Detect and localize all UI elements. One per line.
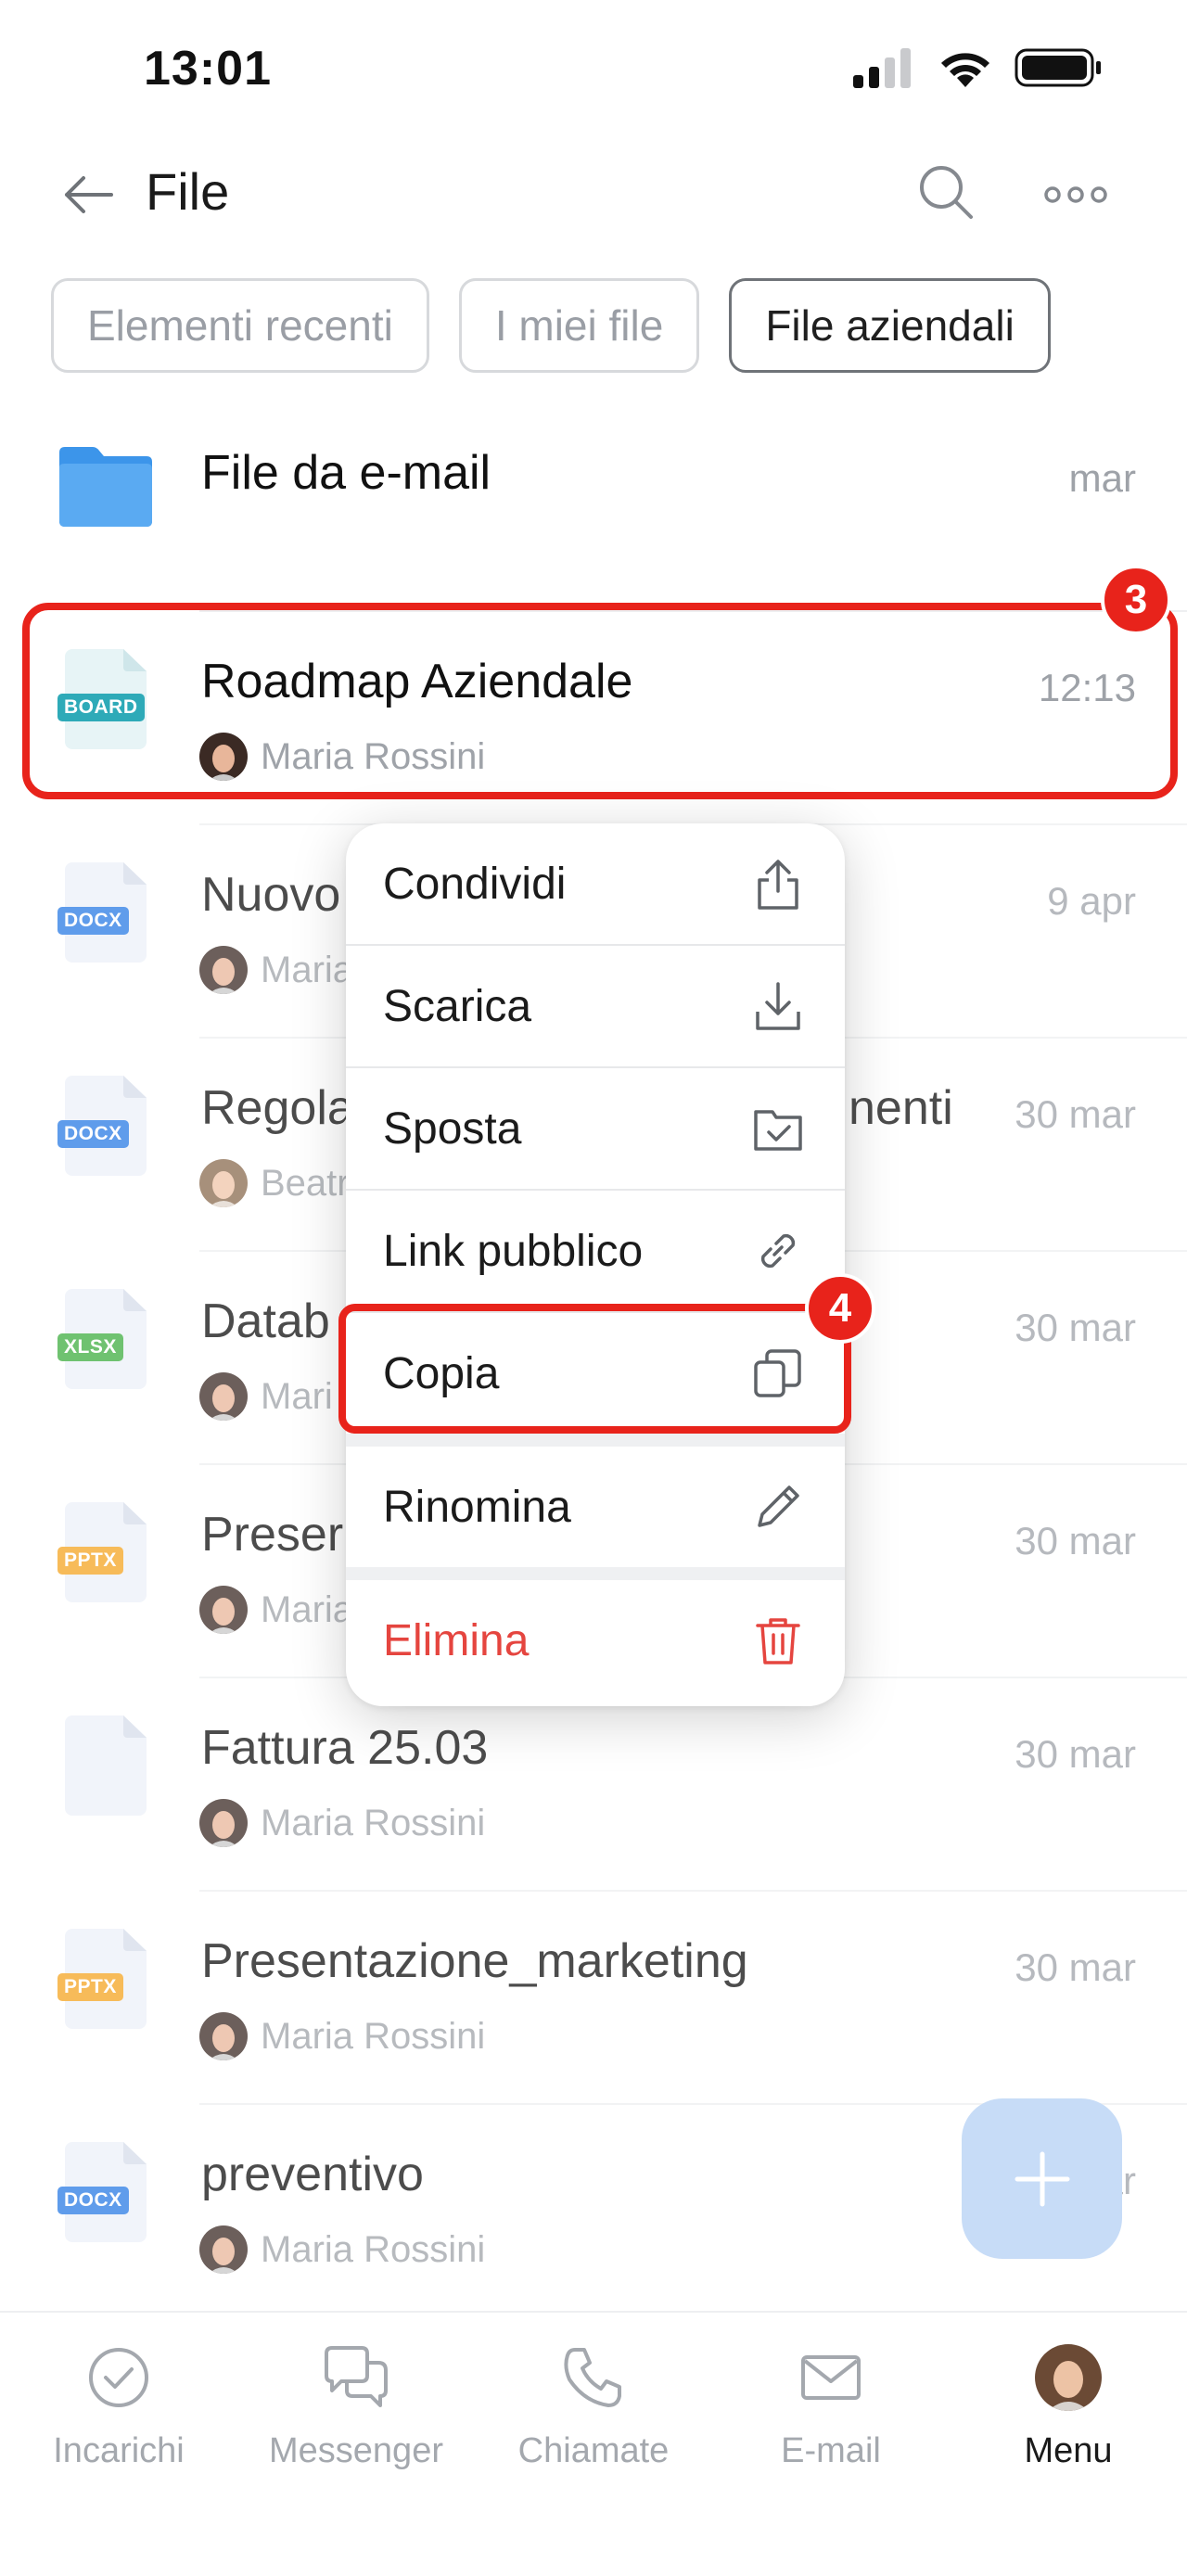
search-button[interactable] [913, 159, 978, 224]
file-date: mar [1068, 456, 1136, 500]
menu-item-download[interactable]: Scarica [346, 946, 845, 1066]
file-row-folder[interactable]: File da e-mail mar [0, 399, 1187, 612]
step-badge-3: 3 [1101, 565, 1171, 635]
avatar [1035, 2344, 1102, 2411]
pencil-icon [758, 1486, 799, 1527]
nav-label: Menu [1024, 2431, 1113, 2470]
menu-item-label: Scarica [383, 981, 532, 1031]
bottom-nav: Incarichi Messenger Chiamate E-mail Menu [0, 2311, 1187, 2576]
menu-gap [346, 1567, 845, 1580]
menu-item-share[interactable]: Condividi [346, 823, 845, 944]
plus-icon [1015, 2151, 1069, 2206]
menu-item-rename[interactable]: Rinomina [346, 1447, 845, 1567]
nav-item-tasks[interactable]: Incarichi [0, 2340, 237, 2507]
menu-item-move[interactable]: Sposta [346, 1068, 845, 1189]
menu-item-label: Elimina [383, 1615, 530, 1665]
nav-label: E-mail [781, 2431, 881, 2470]
menu-item-public-link[interactable]: Link pubblico [346, 1191, 845, 1311]
wifi-icon [941, 53, 989, 87]
nav-label: Chiamate [517, 2431, 670, 2470]
menu-item-label: Link pubblico [383, 1226, 644, 1276]
signal-icon [853, 48, 911, 88]
back-button[interactable] [56, 167, 121, 223]
menu-item-label: Sposta [383, 1103, 522, 1154]
menu-item-delete[interactable]: Elimina [346, 1580, 845, 1701]
nav-item-email[interactable]: E-mail [712, 2340, 950, 2507]
menu-item-label: Condividi [383, 859, 567, 909]
nav-label: Incarichi [53, 2431, 185, 2470]
highlight-roadmap-row [22, 603, 1178, 799]
tab-my-files[interactable]: I miei file [458, 278, 700, 373]
nav-item-menu[interactable]: Menu [950, 2340, 1187, 2507]
chat-icon [325, 2346, 388, 2407]
file-name: File da e-mail [201, 446, 491, 500]
check-circle-icon [89, 2348, 148, 2407]
share-icon [758, 860, 798, 910]
highlight-copy-item [338, 1304, 851, 1434]
folder-icon [59, 447, 152, 527]
trash-icon [756, 1618, 800, 1664]
tab-recent-items[interactable]: Elementi recenti [51, 278, 429, 373]
header: File [0, 139, 1187, 250]
download-icon [756, 982, 800, 1030]
battery-icon [1015, 48, 1101, 87]
nav-item-calls[interactable]: Chiamate [475, 2340, 712, 2507]
ellipsis-icon [1044, 186, 1107, 203]
context-menu: Condividi Scarica Sposta Link pubblico C… [346, 823, 845, 1706]
page-title: File [146, 162, 230, 221]
step-badge-4: 4 [805, 1273, 875, 1344]
link-icon [760, 1233, 796, 1269]
filter-tabs: Elementi recenti I miei file File aziend… [51, 278, 1051, 373]
tab-company-files[interactable]: File aziendali [729, 278, 1051, 373]
status-icons [851, 46, 1104, 89]
menu-item-label: Rinomina [383, 1482, 571, 1532]
nav-label: Messenger [269, 2431, 443, 2470]
mail-icon [801, 2355, 861, 2400]
search-icon [920, 166, 973, 219]
move-folder-icon [754, 1110, 802, 1151]
more-options-button[interactable] [1043, 167, 1108, 223]
arrow-left-icon [65, 176, 113, 213]
phone-icon [564, 2348, 621, 2407]
status-bar: 13:01 [0, 0, 1187, 139]
menu-gap [346, 1434, 845, 1447]
nav-item-messenger[interactable]: Messenger [237, 2340, 475, 2507]
status-time: 13:01 [144, 42, 272, 96]
add-button[interactable] [962, 2098, 1122, 2259]
